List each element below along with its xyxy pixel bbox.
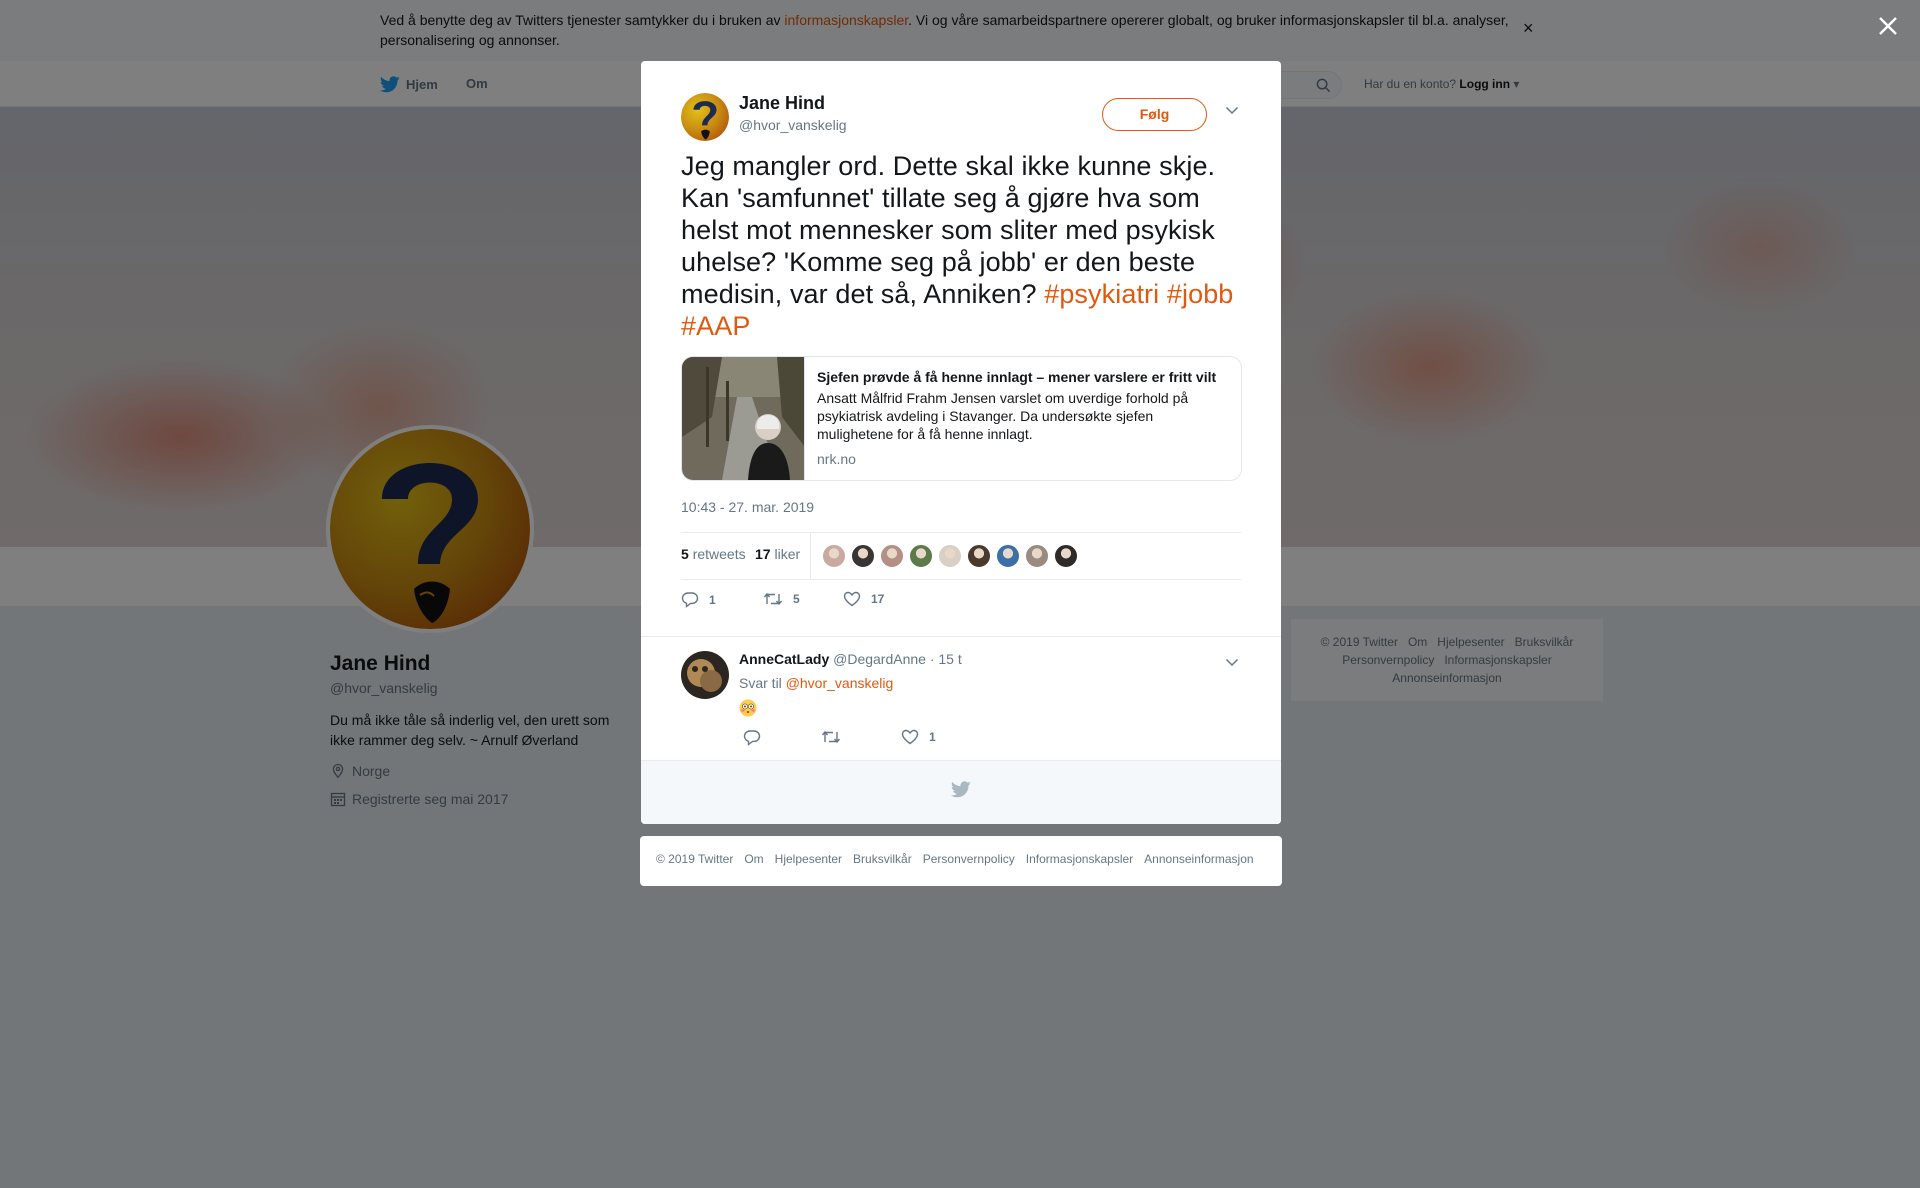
liker-avatar[interactable] bbox=[1054, 544, 1078, 568]
reply-button[interactable]: 1 bbox=[681, 591, 716, 608]
reply-time[interactable]: · 15 t bbox=[930, 651, 962, 667]
liker-avatar[interactable] bbox=[967, 544, 991, 568]
retweet-button[interactable] bbox=[821, 729, 851, 745]
like-button[interactable]: 17 bbox=[843, 591, 884, 607]
liker-avatar[interactable] bbox=[851, 544, 875, 568]
footer-link[interactable]: Hjelpesenter bbox=[775, 852, 842, 866]
footer-link[interactable]: © 2019 Twitter bbox=[656, 852, 733, 866]
twitter-bird-icon bbox=[951, 781, 971, 798]
footer-link[interactable]: Informasjonskapsler bbox=[1026, 852, 1133, 866]
tweet-author-avatar[interactable] bbox=[681, 93, 729, 141]
tweet-timestamp[interactable]: 10:43 - 27. mar. 2019 bbox=[681, 499, 814, 515]
tweet-modal: Jane Hind @hvor_vanskelig Følg Jeg mangl… bbox=[641, 61, 1281, 824]
tweet-author-name[interactable]: Jane Hind bbox=[739, 93, 825, 114]
flushed-face-emoji-icon bbox=[739, 699, 757, 717]
reply-author-avatar[interactable] bbox=[681, 651, 729, 699]
likes-stat[interactable]: 17 liker bbox=[755, 546, 800, 562]
tweet-author-handle[interactable]: @hvor_vanskelig bbox=[739, 117, 847, 133]
retweet-icon bbox=[821, 730, 841, 744]
retweet-icon bbox=[763, 592, 783, 606]
link-preview-card[interactable]: Sjefen prøvde å få henne innlagt – mener… bbox=[681, 356, 1242, 481]
reply-author-name[interactable]: AnneCatLady bbox=[739, 651, 829, 667]
follow-button[interactable]: Følg bbox=[1102, 98, 1207, 131]
card-description: Ansatt Målfrid Frahm Jensen varslet om u… bbox=[817, 390, 1189, 442]
footer-link[interactable]: Annonseinformasjon bbox=[1144, 852, 1253, 866]
likers-avatars bbox=[822, 544, 1083, 568]
close-icon[interactable] bbox=[1874, 12, 1902, 40]
divider bbox=[810, 533, 811, 579]
reply-context: Svar til @hvor_vanskelig bbox=[739, 675, 894, 691]
card-title: Sjefen prøvde å få henne innlagt – mener… bbox=[817, 369, 1217, 385]
footer-link[interactable]: Bruksvilkår bbox=[853, 852, 912, 866]
reply-actions: 1 bbox=[739, 729, 1139, 751]
reply-author-handle[interactable]: @DegardAnne bbox=[833, 651, 926, 667]
heart-icon bbox=[901, 729, 919, 745]
hashtag-link[interactable]: #jobb bbox=[1167, 279, 1234, 309]
retweet-button[interactable]: 5 bbox=[763, 591, 800, 607]
liker-avatar[interactable] bbox=[996, 544, 1020, 568]
bottom-footer-links: © 2019 Twitter Om Hjelpesenter Bruksvilkår P… bbox=[640, 836, 1282, 886]
reply-header: AnneCatLady @DegardAnne · 15 t bbox=[739, 651, 962, 667]
chevron-down-icon[interactable] bbox=[1225, 105, 1239, 115]
liker-avatar[interactable] bbox=[909, 544, 933, 568]
tweet-stats: 5 retweets 17 liker bbox=[681, 532, 1241, 580]
reply-icon bbox=[743, 730, 761, 746]
liker-avatar[interactable] bbox=[880, 544, 904, 568]
reply-tweet[interactable]: AnneCatLady @DegardAnne · 15 t Svar til … bbox=[641, 636, 1281, 756]
hashtag-link[interactable]: #AAP bbox=[681, 311, 750, 341]
card-domain: nrk.no bbox=[817, 451, 856, 467]
liker-avatar[interactable] bbox=[1025, 544, 1049, 568]
retweets-stat[interactable]: 5 retweets bbox=[681, 546, 746, 562]
liker-avatar[interactable] bbox=[822, 544, 846, 568]
like-button[interactable]: 1 bbox=[901, 729, 936, 745]
chevron-down-icon[interactable] bbox=[1225, 657, 1239, 667]
footer-link[interactable]: Personvernpolicy bbox=[923, 852, 1015, 866]
tweet-actions: 1 5 17 bbox=[681, 591, 1241, 621]
hashtag-link[interactable]: #psykiatri bbox=[1044, 279, 1159, 309]
tweet-text: Jeg mangler ord. Dette skal ikke kunne s… bbox=[681, 151, 1234, 341]
mention-link[interactable]: @hvor_vanskelig bbox=[786, 675, 894, 691]
reply-button[interactable] bbox=[743, 729, 771, 746]
question-mark-mask-image bbox=[681, 93, 729, 141]
liker-avatar[interactable] bbox=[938, 544, 962, 568]
card-thumbnail bbox=[682, 357, 805, 480]
reply-icon bbox=[681, 592, 699, 608]
modal-footer bbox=[641, 760, 1281, 824]
footer-link[interactable]: Om bbox=[744, 852, 763, 866]
heart-icon bbox=[843, 591, 861, 607]
